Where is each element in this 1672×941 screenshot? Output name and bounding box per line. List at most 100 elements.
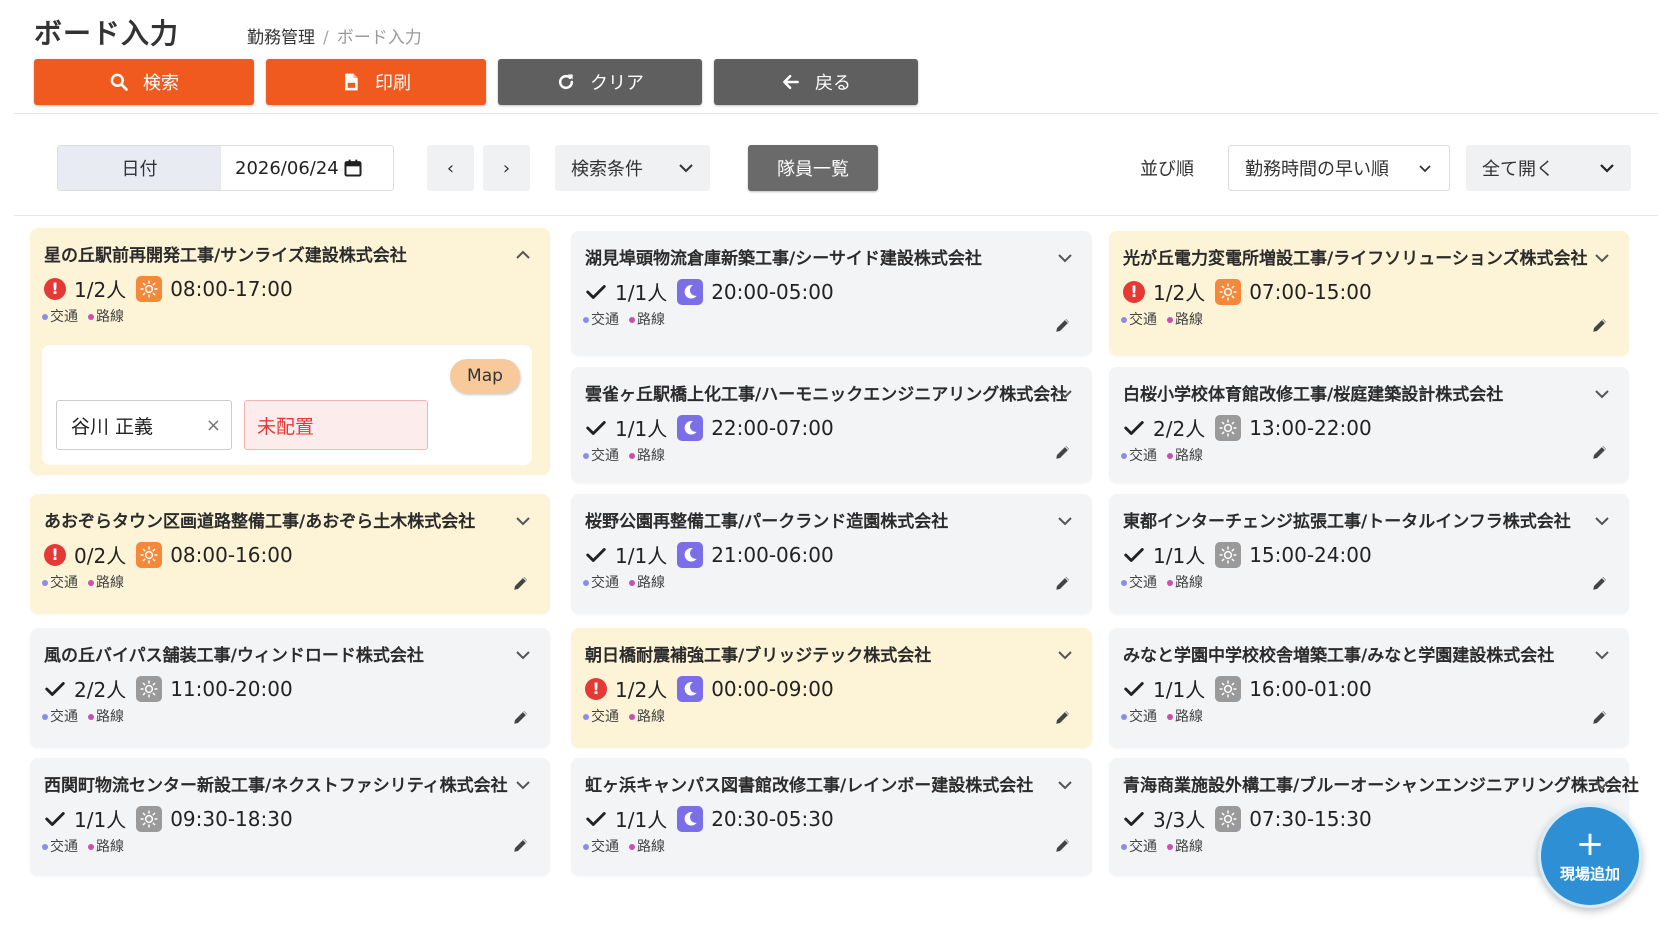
chevron-down-icon[interactable]	[514, 646, 532, 664]
edit-icon[interactable]	[512, 574, 530, 592]
tag-dot	[1167, 453, 1173, 459]
tag-dot	[583, 453, 589, 459]
shift-time: 09:30-18:30	[170, 806, 293, 831]
site-card[interactable]: あおぞらタウン区画道路整備工事/あおぞら土木株式会社! 0/2人 08:00-16:…	[30, 494, 550, 614]
tag-dot	[629, 453, 635, 459]
edit-icon[interactable]	[1591, 708, 1609, 726]
chevron-down-icon[interactable]	[1056, 249, 1074, 267]
sort-order-dropdown[interactable]: 勤務時間の早い順	[1228, 145, 1450, 191]
chevron-down-icon[interactable]	[1593, 512, 1611, 530]
print-button[interactable]: 印刷	[266, 59, 486, 105]
tag-route: 路線	[629, 309, 665, 329]
tag-dot	[88, 714, 94, 720]
site-card-summary: 3/3人 07:30-15:30	[1123, 804, 1372, 833]
site-card[interactable]: 湖見埠頭物流倉庫新築工事/シーサイド建設株式会社 1/1人 20:00-05:00 交…	[571, 231, 1092, 356]
back-button[interactable]: 戻る	[714, 59, 918, 105]
site-card[interactable]: 桜野公園再整備工事/パークランド造園株式会社 1/1人 21:00-06:00 交通 路…	[571, 494, 1092, 614]
tag-route-label: 路線	[96, 839, 124, 855]
edit-icon[interactable]	[512, 836, 530, 854]
members-list-button[interactable]: 隊員一覧	[748, 145, 878, 191]
edit-icon[interactable]	[1054, 836, 1072, 854]
edit-icon[interactable]	[1054, 316, 1072, 334]
site-card-title: 雲雀ヶ丘駅橋上化工事/ハーモニックエンジニアリング株式会社	[585, 385, 1068, 405]
tag-traffic-label: 交通	[50, 839, 78, 855]
search-button[interactable]: 検索	[34, 59, 254, 105]
date-value: 2026/06/24	[235, 157, 339, 179]
site-card[interactable]: 朝日橋耐震補強工事/ブリッジテック株式会社! 1/2人 00:00-09:00 交通 路…	[571, 628, 1092, 748]
alert-icon: !	[1123, 280, 1145, 303]
site-card[interactable]: 風の丘バイパス舗装工事/ウィンドロード株式会社 2/2人 11:00-20:00 交通…	[30, 628, 550, 748]
edit-icon[interactable]	[1591, 574, 1609, 592]
edit-icon[interactable]	[1591, 316, 1609, 334]
edit-icon[interactable]	[1054, 708, 1072, 726]
tag-dot	[42, 844, 48, 850]
site-card[interactable]: 東都インターチェンジ拡張工事/トータルインフラ株式会社 1/1人 15:00-24:…	[1109, 494, 1629, 614]
tag-dot	[1121, 580, 1127, 586]
tag-route-label: 路線	[1175, 448, 1203, 464]
clear-button-label: クリア	[590, 73, 644, 94]
tag-dot	[1167, 317, 1173, 323]
edit-icon[interactable]	[512, 708, 530, 726]
assignee-chip[interactable]: 谷川 正義 ×	[56, 400, 232, 450]
chevron-down-icon[interactable]	[1593, 249, 1611, 267]
edit-icon[interactable]	[1054, 574, 1072, 592]
shift-icon	[136, 675, 163, 702]
site-card[interactable]: みなと学園中学校校舎増築工事/みなと学園建設株式会社 1/1人 16:00-01:0…	[1109, 628, 1629, 748]
site-card-summary: ! 1/2人 08:00-17:00	[44, 274, 293, 303]
site-card[interactable]: 光が丘電力変電所増設工事/ライフソリューションズ株式会社! 1/2人 07:00-1…	[1109, 231, 1629, 356]
edit-icon[interactable]	[1054, 443, 1072, 461]
tag-traffic: 交通	[583, 309, 619, 329]
chevron-down-icon[interactable]	[1056, 385, 1074, 403]
site-card-summary: 1/1人 21:00-06:00	[585, 540, 834, 569]
tag-traffic-label: 交通	[50, 709, 78, 725]
breadcrumb-parent[interactable]: 勤務管理	[247, 28, 315, 48]
expand-dropdown[interactable]: 全て開く	[1466, 145, 1631, 191]
search-conditions-label: 検索条件	[571, 159, 643, 180]
tag-traffic-label: 交通	[591, 575, 619, 591]
chevron-down-icon[interactable]	[1056, 512, 1074, 530]
date-input[interactable]: 2026/06/24	[221, 146, 393, 190]
tag-dot	[42, 580, 48, 586]
tag-dot	[583, 844, 589, 850]
chevron-down-icon[interactable]	[1593, 385, 1611, 403]
add-site-button[interactable]: + 現場追加	[1538, 804, 1642, 908]
site-card-tags: 交通 路線	[42, 572, 124, 592]
site-card-title: 東都インターチェンジ拡張工事/トータルインフラ株式会社	[1123, 512, 1571, 532]
site-card[interactable]: 虹ヶ浜キャンパス図書館改修工事/レインボー建設株式会社 1/1人 20:30-05:…	[571, 758, 1092, 876]
unassigned-slot[interactable]: 未配置	[244, 400, 428, 450]
shift-time: 21:00-06:00	[711, 542, 834, 567]
chevron-down-icon[interactable]	[514, 776, 532, 794]
chevron-down-icon[interactable]	[1056, 776, 1074, 794]
tag-route: 路線	[1167, 706, 1203, 726]
tag-route-label: 路線	[637, 839, 665, 855]
prev-day-button[interactable]: ‹	[427, 145, 474, 191]
calendar-icon[interactable]	[343, 158, 363, 178]
site-card[interactable]: 西関町物流センター新設工事/ネクストファシリティ株式会社 1/1人 09:30-18…	[30, 758, 550, 876]
site-card-tags: 交通 路線	[1121, 706, 1203, 726]
site-card-tags: 交通 路線	[583, 445, 665, 465]
site-card-summary: ! 0/2人 08:00-16:00	[44, 540, 293, 569]
staff-count: 0/2人	[74, 544, 127, 568]
chevron-down-icon[interactable]	[1056, 646, 1074, 664]
chevron-down-icon[interactable]	[1593, 646, 1611, 664]
chevron-down-icon[interactable]	[1593, 776, 1611, 794]
tag-route: 路線	[629, 445, 665, 465]
chevron-up-icon[interactable]	[514, 246, 532, 264]
shift-time: 16:00-01:00	[1249, 676, 1372, 701]
site-card[interactable]: 白桜小学校体育館改修工事/桜庭建築設計株式会社 2/2人 13:00-22:00 交通…	[1109, 367, 1629, 483]
tag-dot	[1167, 580, 1173, 586]
clear-button[interactable]: クリア	[498, 59, 702, 105]
site-card[interactable]: 雲雀ヶ丘駅橋上化工事/ハーモニックエンジニアリング株式会社 1/1人 22:00-0…	[571, 367, 1092, 483]
tag-traffic-label: 交通	[591, 709, 619, 725]
edit-icon[interactable]	[1591, 443, 1609, 461]
next-day-button[interactable]: ›	[483, 145, 530, 191]
tag-traffic-label: 交通	[50, 575, 78, 591]
divider	[14, 215, 1658, 216]
tag-dot	[1121, 844, 1127, 850]
search-conditions-dropdown[interactable]: 検索条件	[555, 145, 710, 191]
chevron-down-icon[interactable]	[514, 512, 532, 530]
map-button[interactable]: Map	[450, 359, 520, 393]
remove-assignee-icon[interactable]: ×	[206, 415, 221, 436]
check-icon	[1124, 420, 1144, 435]
expand-value: 全て開く	[1482, 159, 1554, 180]
